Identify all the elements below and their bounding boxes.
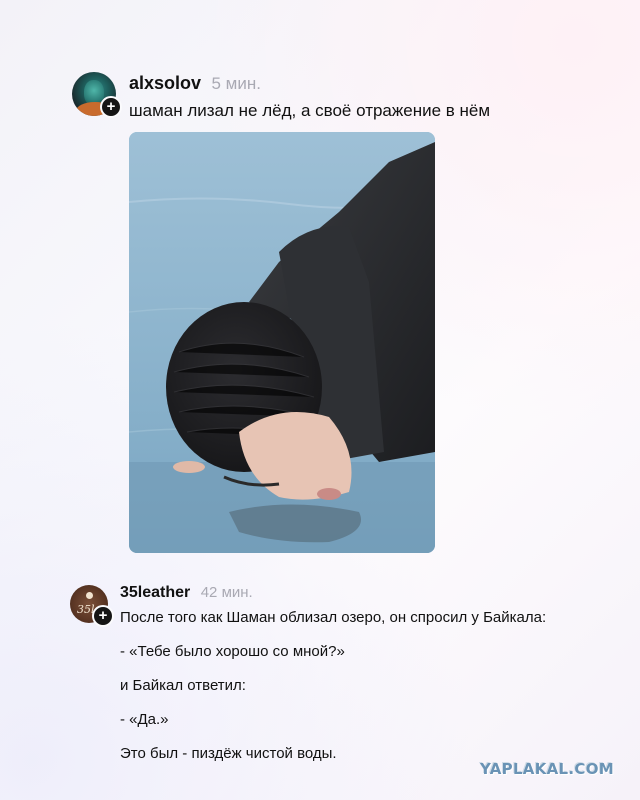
post-text: После того как Шаман облизал озеро, он с… <box>120 609 600 779</box>
post-header: 35leather 42 мин. <box>120 584 253 602</box>
timestamp: 42 мин. <box>200 584 253 601</box>
logo-mark <box>86 592 93 599</box>
text-line: - «Тебе было хорошо со мной?» <box>120 643 345 660</box>
username[interactable]: 35leather <box>120 584 190 601</box>
avatar-container[interactable]: 35le + <box>70 585 114 627</box>
timestamp: 5 мин. <box>211 74 261 93</box>
post-header: alxsolov 5 мин. <box>129 73 261 94</box>
post-text: шаман лизал не лёд, а своё отражение в н… <box>129 101 491 120</box>
plus-icon[interactable]: + <box>100 96 122 118</box>
username[interactable]: alxsolov <box>129 73 201 93</box>
text-line: и Байкал ответил: <box>120 677 246 694</box>
text-line: - «Да.» <box>120 711 169 728</box>
avatar-container[interactable]: + <box>72 72 122 118</box>
post-photo[interactable] <box>129 132 435 553</box>
watermark: YAPLAKAL.COM <box>480 760 614 778</box>
plus-icon[interactable]: + <box>92 605 114 627</box>
photo-illustration <box>129 132 435 553</box>
text-line: После того как Шаман облизал озеро, он с… <box>120 609 547 626</box>
